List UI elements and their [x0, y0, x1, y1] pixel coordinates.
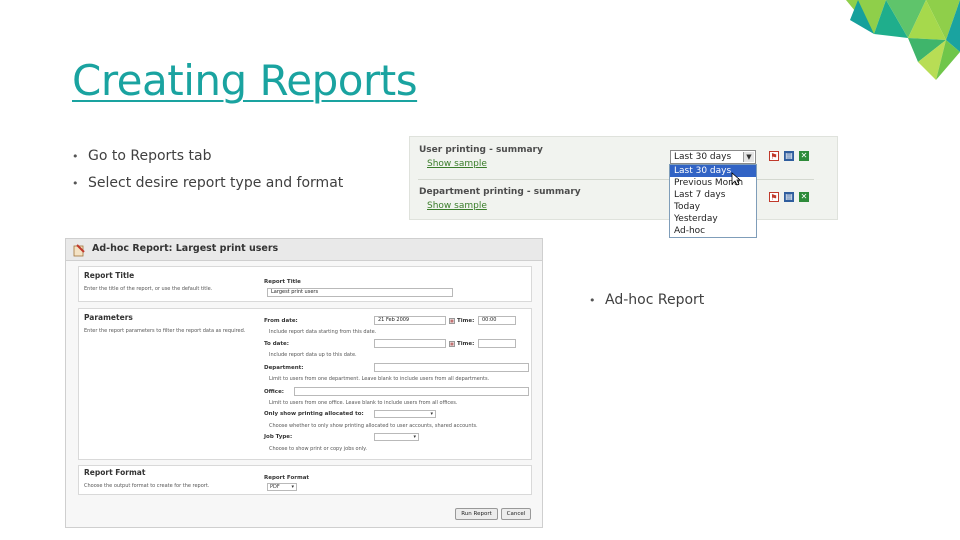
chevron-down-icon[interactable]: ▼ [743, 152, 754, 162]
from-date-label: From date: [264, 318, 298, 324]
field-help: Include report data starting from this d… [269, 329, 377, 335]
calendar-icon[interactable]: ▦ [449, 341, 455, 347]
field-help: Limit to users from one office. Leave bl… [269, 400, 458, 406]
section-title: Parameters [84, 313, 133, 322]
report-pencil-icon [73, 244, 85, 257]
allocated-label: Only show printing allocated to: [264, 411, 364, 417]
dropdown-option[interactable]: Yesterday [670, 213, 756, 225]
allocated-select[interactable] [374, 410, 436, 418]
report-title-section: Report Title Enter the title of the repo… [78, 266, 532, 302]
date-range-dropdown-list: Last 30 days Previous Month Last 7 days … [669, 164, 757, 238]
calendar-icon[interactable]: ▦ [449, 318, 455, 324]
office-input[interactable] [294, 387, 529, 396]
dropdown-option[interactable]: Today [670, 201, 756, 213]
corner-decoration [846, 0, 960, 80]
slide-title: Creating Reports [72, 56, 418, 105]
department-label: Department: [264, 365, 304, 371]
field-label: Report Format [264, 475, 310, 481]
job-type-select[interactable] [374, 433, 419, 441]
to-time-input[interactable] [478, 339, 516, 348]
pdf-icon[interactable]: ⚑ [769, 192, 779, 202]
pdf-icon[interactable]: ⚑ [769, 151, 779, 161]
parameters-section: Parameters Enter the report parameters t… [78, 308, 532, 460]
bullet-text: Ad-hoc Report [605, 292, 705, 308]
cancel-button[interactable]: Cancel [501, 508, 531, 520]
job-type-label: Job Type: [264, 434, 293, 440]
bullet-text: Select desire report type and format [88, 175, 344, 191]
date-range-select[interactable]: Last 30 days ▼ [670, 150, 756, 164]
from-time-input[interactable]: 00:00 [478, 316, 516, 325]
report-format-section: Report Format Choose the output format t… [78, 465, 532, 495]
excel-icon[interactable]: ✕ [799, 151, 809, 161]
dropdown-option[interactable]: Last 30 days [670, 165, 756, 177]
section-title: Report Format [84, 468, 146, 477]
mouse-cursor-icon [731, 172, 741, 186]
bullet-reports-tab: • Go to Reports tab [72, 148, 211, 164]
office-label: Office: [264, 389, 284, 395]
field-help: Choose whether to only show printing all… [269, 423, 478, 429]
adhoc-report-screenshot: Ad-hoc Report: Largest print users Repor… [65, 238, 543, 528]
time-label: Time: [457, 318, 475, 324]
field-label: Report Title [264, 279, 301, 285]
html-icon[interactable]: ▤ [784, 151, 794, 161]
report-title-input[interactable]: Largest print users [267, 288, 453, 297]
section-title: Report Title [84, 271, 135, 280]
time-label: Time: [457, 341, 475, 347]
adhoc-header: Ad-hoc Report: Largest print users [66, 239, 542, 261]
field-help: Limit to users from one department. Leav… [269, 376, 490, 382]
report-format-value: PDF [270, 484, 280, 490]
html-icon[interactable]: ▤ [784, 192, 794, 202]
bullet-dot: • [72, 150, 79, 163]
from-date-input[interactable]: 21 Feb 2009 [374, 316, 446, 325]
date-range-value: Last 30 days [674, 152, 732, 162]
dropdown-option[interactable]: Last 7 days [670, 189, 756, 201]
reports-summary-screenshot: User printing - summary Show sample Last… [409, 136, 838, 220]
to-date-input[interactable] [374, 339, 446, 348]
section-description: Enter the report parameters to filter th… [84, 328, 246, 334]
dropdown-option[interactable]: Previous Month [670, 177, 756, 189]
field-help: Include report data up to this date. [269, 352, 357, 358]
report-title-user-printing: User printing - summary [419, 145, 543, 155]
field-help: Choose to show print or copy jobs only. [269, 446, 368, 452]
show-sample-link[interactable]: Show sample [427, 159, 487, 169]
bullet-dot: • [589, 294, 596, 307]
to-date-label: To date: [264, 341, 289, 347]
report-title-department-printing: Department printing - summary [419, 187, 581, 197]
report-format-select[interactable]: PDF [267, 483, 297, 491]
run-report-button[interactable]: Run Report [455, 508, 498, 520]
bullet-dot: • [72, 177, 79, 190]
section-description: Choose the output format to create for t… [84, 483, 210, 489]
department-input[interactable] [374, 363, 529, 372]
show-sample-link[interactable]: Show sample [427, 201, 487, 211]
bullet-adhoc-report: • Ad-hoc Report [589, 292, 704, 308]
dropdown-option[interactable]: Ad-hoc [670, 225, 756, 237]
bullet-report-type: • Select desire report type and format [72, 175, 343, 191]
section-description: Enter the title of the report, or use th… [84, 286, 213, 292]
bullet-text: Go to Reports tab [88, 148, 212, 164]
excel-icon[interactable]: ✕ [799, 192, 809, 202]
